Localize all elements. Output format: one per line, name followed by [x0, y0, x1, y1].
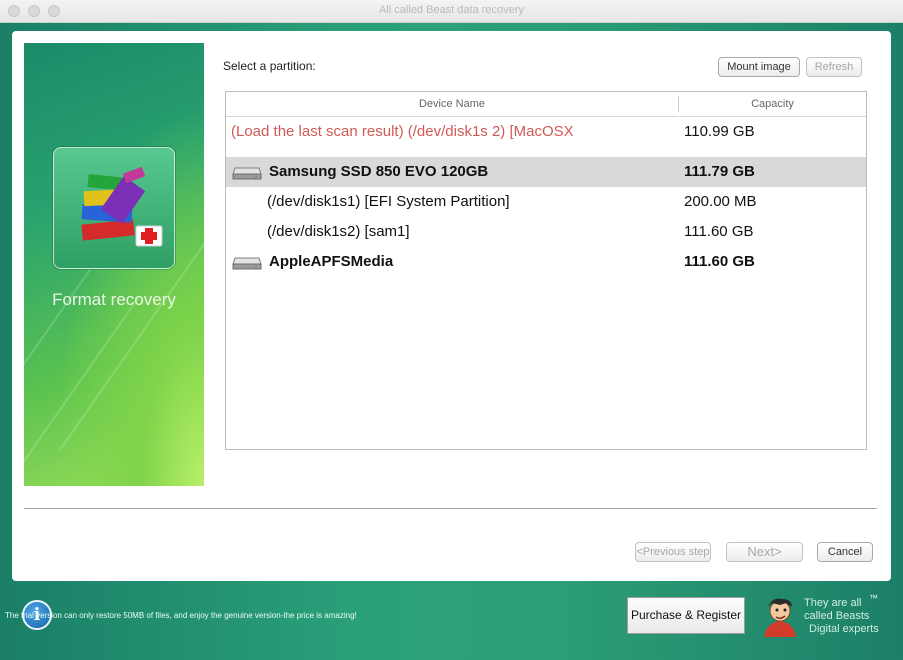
mode-sidebar: Format recovery — [24, 43, 204, 486]
hard-disk-icon — [232, 257, 262, 270]
capacity: 110.99 GB — [684, 123, 755, 140]
tagline-line: Digital experts — [809, 623, 879, 635]
capacity: 111.79 GB — [684, 163, 755, 180]
next-button[interactable]: Next> — [726, 542, 803, 562]
previous-step-button[interactable]: <Previous step — [635, 542, 711, 562]
capacity: 200.00 MB — [684, 193, 757, 210]
format-recovery-icon — [53, 147, 175, 269]
table-row-disk[interactable]: Samsung SSD 850 EVO 120GB 111.79 GB — [226, 157, 866, 187]
footer-divider — [24, 508, 877, 509]
capacity: 111.60 GB — [684, 253, 755, 270]
mount-image-button[interactable]: Mount image — [718, 57, 800, 77]
tagline: They are all called Beasts Digital exper… — [804, 597, 879, 636]
trial-notice[interactable]: The trial version can only restore 50MB … — [5, 611, 357, 620]
device-name: AppleAPFSMedia — [269, 253, 394, 270]
partition-table: Device Name Capacity (Load the last scan… — [225, 91, 867, 450]
window-title: All called Beast data recovery — [379, 4, 524, 16]
purchase-register-button[interactable]: Purchase & Register — [627, 597, 745, 634]
table-row-partition[interactable]: (/dev/disk1s1) [EFI System Partition] 20… — [226, 187, 866, 217]
device-name: (/dev/disk1s2) [sam1] — [267, 223, 410, 240]
device-name: (/dev/disk1s1) [EFI System Partition] — [267, 193, 510, 210]
title-bar: All called Beast data recovery — [0, 0, 903, 23]
table-row-partition[interactable]: (/dev/disk1s2) [sam1] 111.60 GB — [226, 217, 866, 247]
mode-label: Format recovery — [52, 290, 176, 309]
select-partition-label: Select a partition: — [223, 59, 316, 73]
hard-disk-icon — [232, 167, 262, 180]
device-name: Samsung SSD 850 EVO 120GB — [269, 163, 489, 180]
footer-bar: i The trial version can only restore 50M… — [0, 587, 903, 647]
capacity-header[interactable]: Capacity — [679, 92, 866, 117]
device-name-header[interactable]: Device Name — [226, 92, 678, 117]
trademark-symbol: ™ — [869, 593, 878, 603]
beast-mascot-icon — [764, 598, 796, 637]
refresh-button[interactable]: Refresh — [806, 57, 862, 77]
tagline-line: called Beasts — [804, 610, 870, 622]
capacity: 111.60 GB — [684, 223, 754, 240]
table-row-last-scan[interactable]: (Load the last scan result) (/dev/disk1s… — [226, 117, 866, 147]
tagline-line: They are all — [804, 597, 862, 609]
cancel-button[interactable]: Cancel — [817, 542, 873, 562]
device-name: (Load the last scan result) (/dev/disk1s… — [231, 123, 574, 140]
table-row-disk[interactable]: AppleAPFSMedia 111.60 GB — [226, 247, 866, 277]
main-panel: Format recovery Select a partition: Moun… — [12, 31, 891, 581]
